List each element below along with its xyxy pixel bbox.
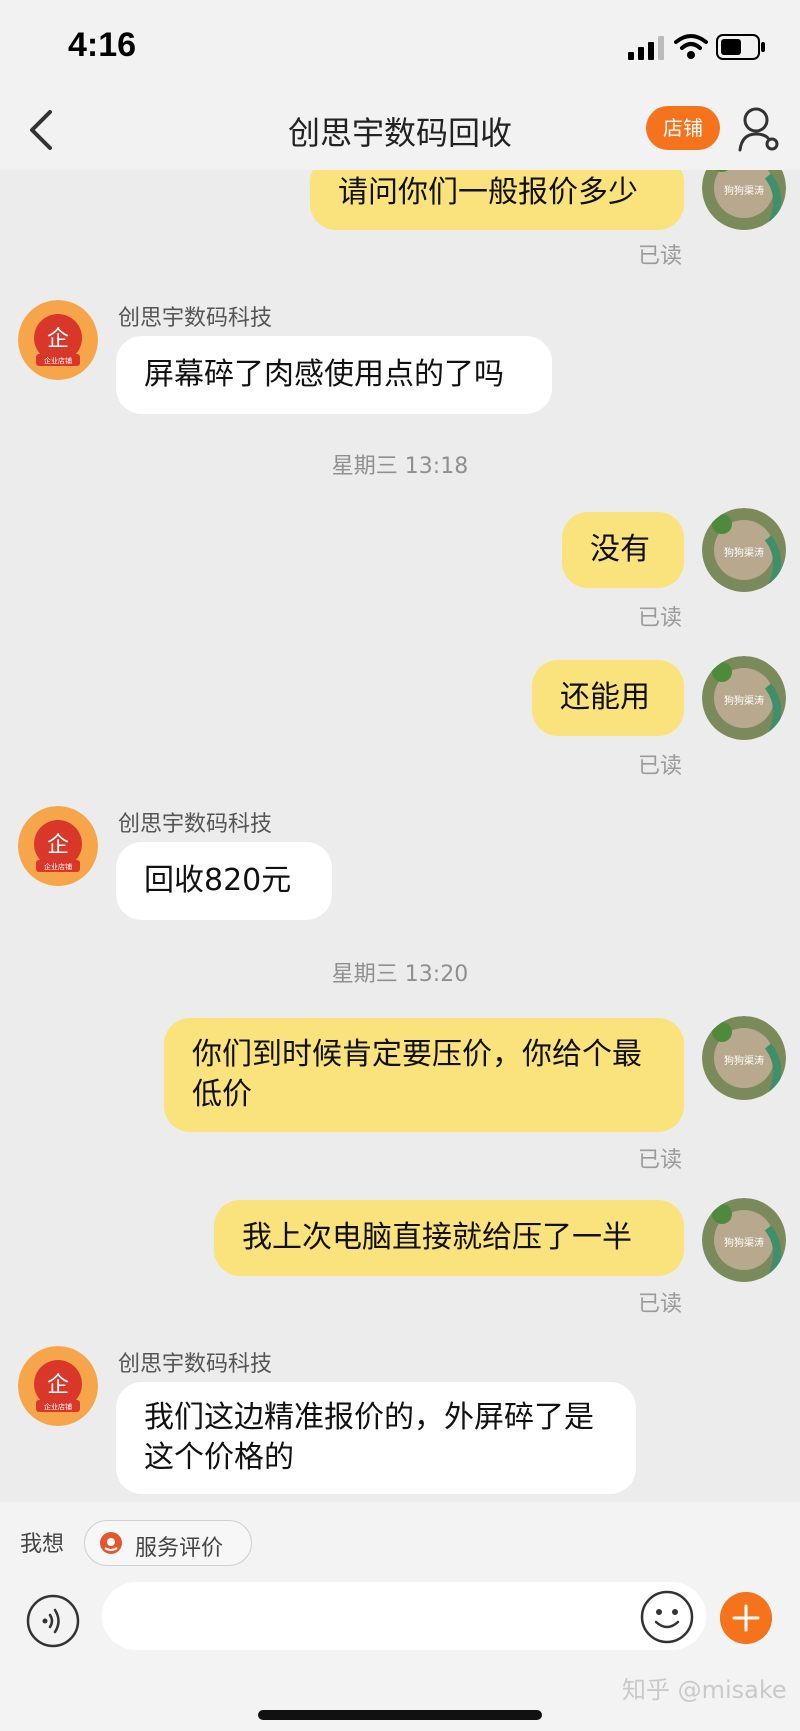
svg-text:狗狗渠涛: 狗狗渠涛 xyxy=(724,694,764,707)
svg-text:狗狗渠涛: 狗狗渠涛 xyxy=(724,1236,764,1249)
voice-icon[interactable] xyxy=(26,1594,80,1648)
message-input[interactable] xyxy=(102,1582,706,1650)
svg-text:狗狗渠涛: 狗狗渠涛 xyxy=(724,184,764,197)
sender-name: 创思宇数码科技 xyxy=(118,812,273,837)
read-receipt: 已读 xyxy=(638,244,683,269)
timestamp: 星期三 13:20 xyxy=(331,962,469,987)
home-indicator[interactable] xyxy=(258,1710,542,1720)
read-receipt: 已读 xyxy=(638,606,683,631)
shop-avatar[interactable]: 企企业店铺 xyxy=(18,300,98,380)
svg-text:企: 企 xyxy=(47,1373,69,1398)
svg-text:企业店铺: 企业店铺 xyxy=(44,862,72,871)
my-avatar[interactable]: 狗狗渠涛 xyxy=(702,656,786,740)
shop-button[interactable]: 店铺 xyxy=(646,106,720,150)
message-text: 还能用 xyxy=(560,680,650,715)
message-bubble-theirs[interactable]: 我们这边精准报价的，外屏碎了是这个价格的 xyxy=(116,1382,636,1494)
chat-area[interactable]: 请问你们一般报价多少 狗狗渠涛 已读 企企业店铺 创思宇数码科技 屏幕碎了肉感使… xyxy=(0,170,800,1502)
review-icon xyxy=(100,1532,122,1554)
message-bubble-mine[interactable]: 请问你们一般报价多少 xyxy=(310,170,684,230)
svg-text:企业店铺: 企业店铺 xyxy=(44,1402,72,1411)
svg-text:企: 企 xyxy=(47,833,69,858)
read-receipt: 已读 xyxy=(638,754,683,779)
message-text: 你们到时候肯定要压价，你给个最低价 xyxy=(192,1037,642,1112)
my-avatar[interactable]: 狗狗渠涛 xyxy=(702,170,786,230)
svg-text:企业店铺: 企业店铺 xyxy=(44,356,72,365)
watermark: 知乎 @misake xyxy=(622,1676,787,1704)
signal-icon xyxy=(628,36,664,60)
sender-name: 创思宇数码科技 xyxy=(118,1352,273,1377)
message-text: 我上次电脑直接就给压了一半 xyxy=(242,1220,632,1255)
timestamp: 星期三 13:18 xyxy=(331,454,469,479)
nav-bar: 创思宇数码回收 店铺 xyxy=(0,90,800,170)
svg-text:狗狗渠涛: 狗狗渠涛 xyxy=(724,1054,764,1067)
svg-text:企: 企 xyxy=(47,327,69,352)
shop-avatar[interactable]: 企企业店铺 xyxy=(18,806,98,886)
status-time: 4:16 xyxy=(68,26,137,64)
my-avatar[interactable]: 狗狗渠涛 xyxy=(702,1016,786,1100)
chip-label: 服务评价 xyxy=(135,1536,224,1561)
wifi-icon xyxy=(674,34,708,59)
message-text: 我们这边精准报价的，外屏碎了是这个价格的 xyxy=(144,1400,594,1475)
message-bubble-mine[interactable]: 没有 xyxy=(562,512,684,588)
emoji-icon[interactable] xyxy=(640,1590,694,1644)
shop-avatar[interactable]: 企企业店铺 xyxy=(18,1346,98,1426)
message-text: 屏幕碎了肉感使用点的了吗 xyxy=(144,357,504,392)
plus-icon[interactable] xyxy=(720,1592,772,1644)
my-avatar[interactable]: 狗狗渠涛 xyxy=(702,1198,786,1282)
input-bar: 知乎 @misake xyxy=(0,1582,800,1731)
sender-name: 创思宇数码科技 xyxy=(118,306,273,331)
quick-action-bar: 我想 服务评价 xyxy=(0,1502,800,1582)
message-bubble-mine[interactable]: 我上次电脑直接就给压了一半 xyxy=(214,1200,684,1276)
message-text: 没有 xyxy=(590,532,650,567)
quick-label: 我想 xyxy=(20,1532,65,1557)
message-bubble-mine[interactable]: 还能用 xyxy=(532,660,684,736)
battery-icon xyxy=(716,34,765,60)
service-review-chip[interactable]: 服务评价 xyxy=(84,1520,252,1566)
message-text: 请问你们一般报价多少 xyxy=(338,175,638,210)
svg-text:狗狗渠涛: 狗狗渠涛 xyxy=(724,546,764,559)
message-text: 回收820元 xyxy=(144,863,292,898)
read-receipt: 已读 xyxy=(638,1148,683,1173)
my-avatar[interactable]: 狗狗渠涛 xyxy=(702,508,786,592)
message-bubble-theirs[interactable]: 回收820元 xyxy=(116,842,332,920)
read-receipt: 已读 xyxy=(638,1292,683,1317)
user-settings-icon[interactable] xyxy=(736,104,782,154)
message-bubble-mine[interactable]: 你们到时候肯定要压价，你给个最低价 xyxy=(164,1018,684,1132)
status-bar: 4:16 xyxy=(0,0,800,90)
message-bubble-theirs[interactable]: 屏幕碎了肉感使用点的了吗 xyxy=(116,336,552,414)
